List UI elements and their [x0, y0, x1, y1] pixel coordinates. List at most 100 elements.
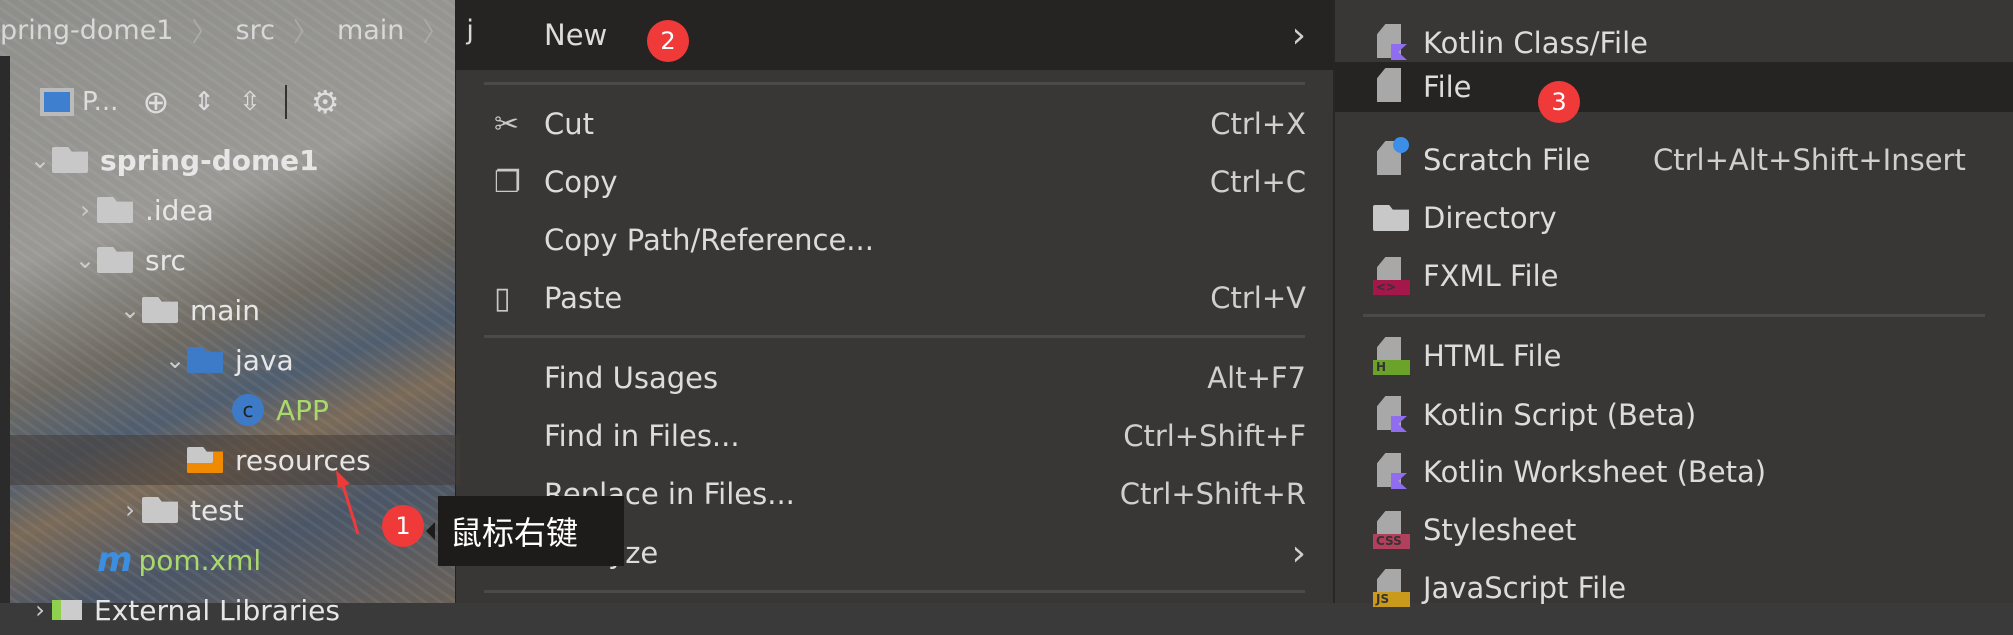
tree-item[interactable]: › .idea	[10, 185, 460, 235]
submenu-item-label: Kotlin Class/File	[1423, 26, 1648, 60]
folder-icon	[97, 247, 133, 273]
breadcrumb-item[interactable]: src	[236, 15, 275, 46]
tooltip-text: 鼠标右键	[450, 514, 579, 552]
chevron-icon[interactable]: ⌄	[118, 296, 142, 324]
menu-item-label: Paste	[544, 281, 623, 315]
menu-separator	[484, 335, 1305, 338]
folder-icon	[142, 297, 178, 323]
kotlin-script-icon	[1373, 396, 1407, 434]
tree-item[interactable]: ⌄ src	[10, 235, 460, 285]
resources-folder-icon	[187, 447, 223, 473]
scratch-file-icon	[1373, 137, 1409, 179]
menu-item-paste[interactable]: ▯ Paste Ctrl+V	[456, 269, 1334, 327]
menu-separator	[484, 82, 1305, 85]
file-type-tag: CSS	[1373, 534, 1410, 549]
menu-separator	[484, 590, 1305, 593]
tree-item[interactable]: ⌄ java	[10, 335, 460, 385]
submenu-item-kotlin-script-beta[interactable]: Kotlin Script (Beta)	[1335, 386, 2013, 444]
breadcrumb-item[interactable]: main	[337, 15, 404, 46]
scissors-icon: ✂	[494, 106, 520, 142]
submenu-item-fxml-file[interactable]: <> FXML File	[1335, 247, 2013, 305]
shortcut: Ctrl+Shift+F	[1123, 419, 1306, 453]
file-type-tag: JS	[1373, 592, 1410, 607]
html-file-icon: H	[1373, 337, 1410, 375]
arrow-annotation	[336, 470, 360, 535]
submenu-item-kotlin-worksheet-beta[interactable]: Kotlin Worksheet (Beta)	[1335, 443, 2013, 501]
module-folder-icon	[52, 147, 88, 173]
project-tree: ⌄ spring-dome1 › .idea ⌄ src ⌄ main ⌄ java c APP res…	[10, 135, 460, 635]
submenu-item-directory[interactable]: Directory	[1335, 189, 2013, 247]
chevron-icon[interactable]: ›	[118, 496, 142, 524]
chevron-right-icon: 〉	[292, 17, 319, 48]
tree-item[interactable]: resources	[10, 435, 460, 485]
step-badge-1: 1	[382, 505, 424, 547]
divider	[284, 85, 287, 119]
collapse-all-icon[interactable]: ⇳	[239, 87, 261, 117]
menu-item-find-usages[interactable]: Find Usages Alt+F7	[456, 349, 1334, 407]
libraries-icon	[52, 600, 82, 620]
tree-item-label: External Libraries	[94, 593, 340, 627]
submenu-item-label: Stylesheet	[1423, 513, 1577, 547]
submenu-item-label: Kotlin Script (Beta)	[1423, 398, 1697, 432]
tree-item[interactable]: ⌄ main	[10, 285, 460, 335]
chevron-icon[interactable]: ›	[28, 596, 52, 624]
file-type-tag: H	[1373, 360, 1410, 375]
menu-item-label: Copy Path/Reference...	[544, 223, 874, 257]
menu-separator	[1363, 314, 1985, 317]
project-view-selector[interactable]: P...	[40, 87, 118, 117]
tree-item[interactable]: c APP	[10, 385, 460, 435]
source-folder-icon	[187, 347, 223, 373]
submenu-item-stylesheet[interactable]: CSS Stylesheet	[1335, 501, 2013, 559]
expand-all-icon[interactable]: ⇕	[193, 87, 215, 117]
submenu-item-javascript-file[interactable]: JS JavaScript File	[1335, 559, 2013, 617]
tree-item-label: pom.xml	[138, 543, 262, 577]
submenu-item-label: Scratch File	[1423, 143, 1591, 177]
submenu-item-label: JavaScript File	[1423, 571, 1627, 605]
step-badge-3: 3	[1538, 81, 1580, 123]
breadcrumb: pring-dome1 〉 src 〉 main 〉 j	[0, 8, 474, 52]
submenu-item-label: Directory	[1423, 201, 1557, 235]
submenu-item-scratch-file[interactable]: Scratch File Ctrl+Alt+Shift+Insert	[1335, 131, 2013, 189]
tree-item-label: .idea	[145, 193, 214, 227]
tree-item-label: APP	[276, 393, 329, 427]
submenu-item-label: Kotlin Worksheet (Beta)	[1423, 455, 1767, 489]
new-submenu: Kotlin Class/File File Scratch File Ctrl+Al…	[1333, 0, 2013, 607]
tree-item[interactable]: ⌄ spring-dome1	[10, 135, 460, 185]
tree-item-label: java	[235, 343, 294, 377]
folder-icon	[142, 497, 178, 523]
file-type-tag: <>	[1373, 280, 1410, 295]
fxml-file-icon: <>	[1373, 257, 1410, 295]
locate-icon[interactable]: ⊕	[142, 83, 169, 121]
submenu-item-label: HTML File	[1423, 339, 1562, 373]
menu-item-label: New	[544, 18, 608, 52]
menu-item-copy[interactable]: ❐ Copy Ctrl+C	[456, 153, 1334, 211]
shortcut: Ctrl+X	[1210, 107, 1306, 141]
file-icon	[1373, 68, 1407, 106]
submenu-item-label: FXML File	[1423, 259, 1559, 293]
menu-item-new[interactable]: New ›	[456, 0, 1334, 70]
gear-icon[interactable]: ⚙	[311, 83, 340, 121]
copy-icon: ❐	[494, 164, 521, 200]
shortcut: Alt+F7	[1207, 361, 1306, 395]
tree-item-label: main	[190, 293, 260, 327]
breadcrumb-item[interactable]: pring-dome1	[0, 15, 173, 46]
submenu-item-html-file[interactable]: H HTML File	[1335, 327, 2013, 385]
chevron-icon[interactable]: ⌄	[73, 246, 97, 274]
chevron-icon[interactable]: ›	[73, 196, 97, 224]
menu-item-find-in-files[interactable]: Find in Files... Ctrl+Shift+F	[456, 407, 1334, 465]
folder-icon	[97, 197, 133, 223]
submenu-item-label: File	[1423, 70, 1472, 104]
menu-item-label: Cut	[544, 107, 594, 141]
chevron-icon[interactable]: ⌄	[163, 346, 187, 374]
chevron-right-icon: ›	[1291, 14, 1306, 56]
submenu-item-file[interactable]: File	[1335, 62, 2013, 112]
chevron-right-icon: ›	[1291, 532, 1306, 574]
chevron-right-icon: 〉	[191, 17, 218, 48]
shortcut: Ctrl+C	[1209, 165, 1306, 199]
shortcut: Ctrl+Alt+Shift+Insert	[1653, 143, 1966, 177]
breadcrumb-item[interactable]: j	[466, 15, 474, 46]
menu-item-copy-path-reference[interactable]: Copy Path/Reference...	[456, 211, 1334, 269]
chevron-icon[interactable]: ⌄	[28, 146, 52, 174]
menu-item-cut[interactable]: ✂ Cut Ctrl+X	[456, 95, 1334, 153]
tree-item[interactable]: › External Libraries	[10, 585, 460, 635]
